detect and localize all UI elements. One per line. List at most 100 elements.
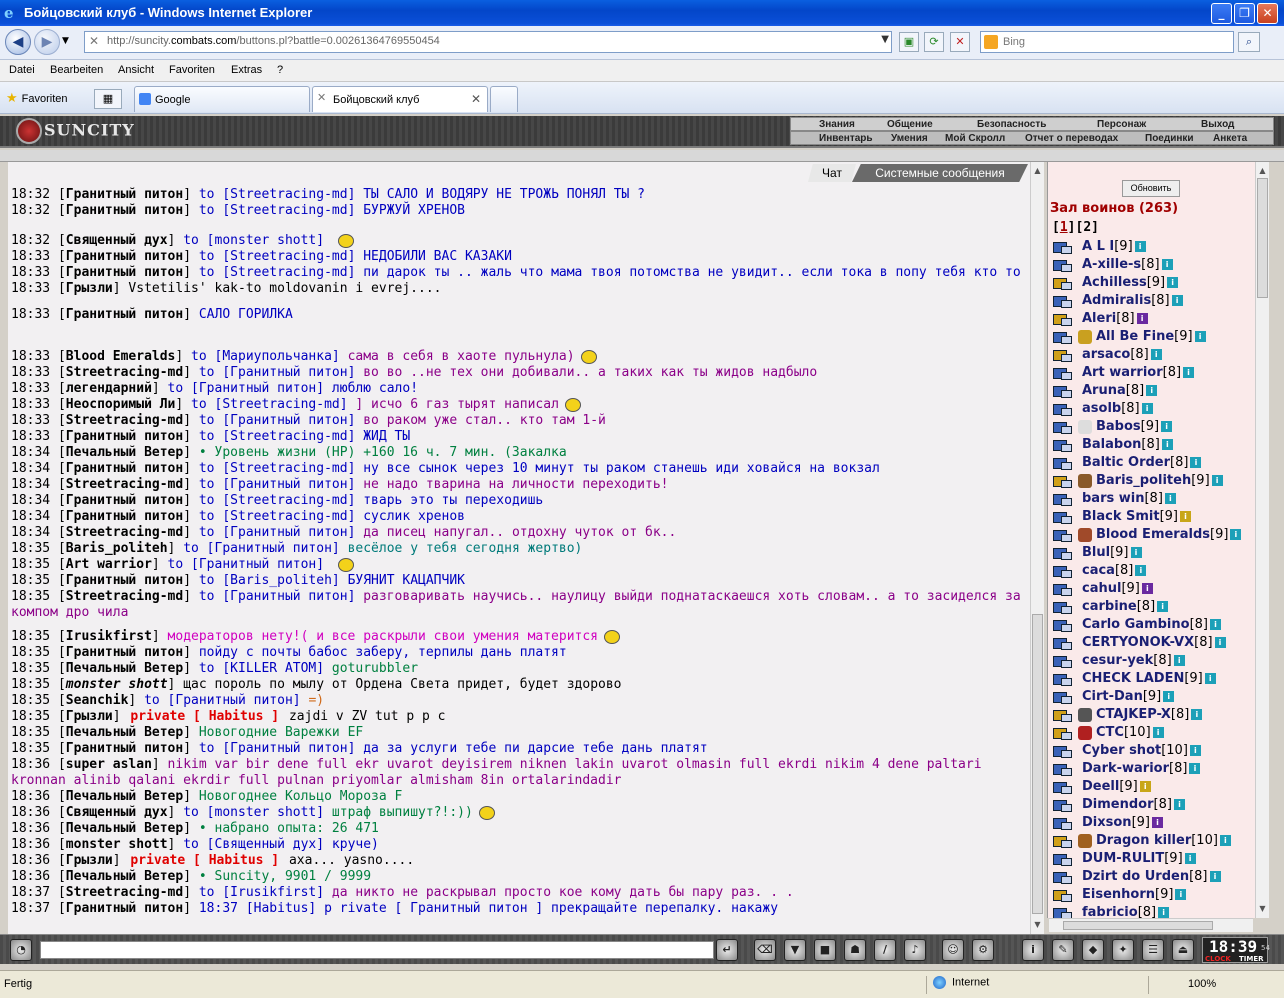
message-recipient[interactable]: to [Гранитный питон] — [183, 541, 340, 556]
message-nick[interactable]: monster shott — [66, 837, 168, 852]
menu-knowledge[interactable]: Знания — [819, 119, 855, 130]
tab-google[interactable]: Google — [134, 86, 310, 112]
message-nick[interactable]: Гранитный питон — [66, 429, 183, 444]
protected-mode-icon[interactable] — [1148, 976, 1178, 994]
user-info-icon[interactable]: i — [1167, 277, 1179, 288]
user-list-item[interactable]: Blul[9] i — [1052, 545, 1142, 563]
message-nick[interactable]: Streetracing-md — [66, 885, 183, 900]
message-nick[interactable]: Печальный Ветер — [66, 445, 183, 460]
user-info-icon[interactable]: i — [1189, 763, 1201, 774]
message-recipient[interactable]: to [monster shott] — [183, 233, 324, 248]
private-message-icon[interactable] — [1052, 834, 1072, 848]
private-message-icon[interactable] — [1052, 348, 1072, 362]
user-info-icon[interactable]: i — [1183, 367, 1195, 378]
bag-icon[interactable]: ◆ — [1082, 939, 1104, 961]
message-recipient[interactable]: to [Гранитный питон] — [199, 741, 356, 756]
message-nick[interactable]: Гранитный питон — [66, 645, 183, 660]
message-recipient[interactable]: to [Гранитный питон] — [199, 525, 356, 540]
users-hscrollbar[interactable] — [1049, 918, 1253, 932]
user-info-icon[interactable]: i — [1219, 835, 1231, 846]
user-info-icon[interactable]: i — [1210, 619, 1221, 630]
private-message-icon[interactable] — [1052, 636, 1072, 650]
scroll-up-icon[interactable]: ▲ — [1031, 164, 1044, 177]
user-list-item[interactable]: Aruna[8] i — [1052, 383, 1158, 401]
user-info-icon[interactable]: i — [1173, 799, 1185, 810]
user-name[interactable]: Aruna — [1082, 383, 1126, 398]
user-name[interactable]: Baltic Order — [1082, 455, 1170, 470]
user-name[interactable]: CHECK LADEN — [1082, 671, 1184, 686]
message-nick[interactable]: Гранитный питон — [66, 265, 183, 280]
menu-datei[interactable]: Datei — [9, 64, 35, 76]
menu-help[interactable]: ? — [277, 64, 283, 76]
menu-profile[interactable]: Анкета — [1213, 133, 1247, 144]
menu-battles[interactable]: Поединки — [1145, 133, 1194, 144]
smiley-icon[interactable]: ☺ — [942, 939, 964, 961]
message-recipient[interactable]: to [Baris_politeh] — [199, 573, 340, 588]
users-scrollbar[interactable]: ▲ ▼ — [1255, 162, 1269, 918]
private-message-icon[interactable] — [1052, 330, 1072, 344]
private-message-icon[interactable] — [1052, 384, 1072, 398]
user-info-icon[interactable]: i — [1150, 349, 1162, 360]
chat-log[interactable]: 18:32 [Гранитный питон] to [Streetracing… — [8, 162, 1044, 934]
zoom-level[interactable]: 100% — [1188, 978, 1216, 990]
user-list-item[interactable]: cahul[9] i — [1052, 581, 1153, 599]
chat-mode-icon[interactable]: ◔ — [10, 939, 32, 961]
minimize-button[interactable]: _ — [1211, 3, 1232, 24]
user-info-icon[interactable]: i — [1180, 511, 1192, 522]
user-info-icon[interactable]: i — [1230, 529, 1242, 540]
user-info-icon[interactable]: i — [1157, 601, 1169, 612]
user-list-item[interactable]: Dimendor[8] i — [1052, 797, 1185, 815]
user-name[interactable]: Dimendor — [1082, 797, 1154, 812]
map-icon[interactable]: ✦ — [1112, 939, 1134, 961]
user-info-icon[interactable]: i — [1135, 565, 1147, 576]
user-list-item[interactable]: cesur-yek[8] i — [1052, 653, 1185, 671]
user-name[interactable]: Balabon — [1082, 437, 1141, 452]
message-nick[interactable]: Печальный Ветер — [66, 789, 183, 804]
user-info-icon[interactable]: i — [1161, 439, 1173, 450]
private-message-icon[interactable] — [1052, 258, 1072, 272]
user-list-item[interactable]: asolb[8] i — [1052, 401, 1153, 419]
user-list-item[interactable]: Achilless[9] i — [1052, 275, 1179, 293]
user-info-icon[interactable]: i — [1163, 691, 1175, 702]
menu-transfer-report[interactable]: Отчет о переводах — [1025, 133, 1118, 144]
tab-system-messages[interactable]: Системные сообщения — [852, 164, 1028, 182]
user-name[interactable]: Aleri — [1082, 311, 1116, 326]
private-message-icon[interactable] — [1052, 870, 1072, 884]
user-list-item[interactable]: Dzirt do Urden[8] i — [1052, 869, 1221, 887]
user-name[interactable]: asolb — [1082, 401, 1121, 416]
user-name[interactable]: Blood Emeralds — [1096, 527, 1210, 542]
page-1-link[interactable]: 1 — [1060, 220, 1068, 235]
user-list-item[interactable]: Cirt-Dan[9] i — [1052, 689, 1175, 707]
user-name[interactable]: Baris_politeh — [1096, 473, 1191, 488]
user-name[interactable]: fabricio — [1082, 905, 1138, 918]
private-message-icon[interactable] — [1052, 708, 1072, 722]
user-list-item[interactable]: Aleri[8] i — [1052, 311, 1148, 329]
user-list-item[interactable]: Eisenhorn[9] i — [1052, 887, 1187, 905]
users-scroll-thumb[interactable] — [1257, 178, 1268, 298]
user-info-icon[interactable]: i — [1136, 313, 1148, 324]
private-message-icon[interactable] — [1052, 618, 1072, 632]
message-recipient[interactable]: to [Irusikfirst] — [199, 885, 324, 900]
private-message-icon[interactable] — [1052, 780, 1072, 794]
message-nick[interactable]: Гранитный питон — [66, 509, 183, 524]
user-name[interactable]: carbine — [1082, 599, 1137, 614]
user-name[interactable]: Dzirt do Urden — [1082, 869, 1189, 884]
user-list-item[interactable]: All Be Fine[9] i — [1052, 329, 1206, 347]
user-info-icon[interactable]: i — [1204, 673, 1216, 684]
url-text[interactable]: http://suncity.combats.com/buttons.pl?ba… — [107, 35, 440, 47]
private-message-icon[interactable] — [1052, 888, 1072, 902]
message-nick[interactable]: легендарний — [66, 381, 152, 396]
message-nick[interactable]: Гранитный питон — [66, 461, 183, 476]
user-name[interactable]: Art warrior — [1082, 365, 1163, 380]
private-message-icon[interactable] — [1052, 816, 1072, 830]
scroll-down-icon[interactable]: ▼ — [1031, 918, 1044, 931]
search-button[interactable]: ⌕ — [1238, 32, 1260, 52]
user-list-item[interactable]: Deell[9] i — [1052, 779, 1151, 797]
user-list-item[interactable]: Balabon[8] i — [1052, 437, 1173, 455]
private-message-icon[interactable] — [1052, 366, 1072, 380]
user-name[interactable]: Cirt-Dan — [1082, 689, 1143, 704]
user-info-icon[interactable]: i — [1139, 781, 1151, 792]
private-message-icon[interactable] — [1052, 582, 1072, 596]
user-name[interactable]: Cyber shot — [1082, 743, 1161, 758]
private-message-icon[interactable] — [1052, 852, 1072, 866]
